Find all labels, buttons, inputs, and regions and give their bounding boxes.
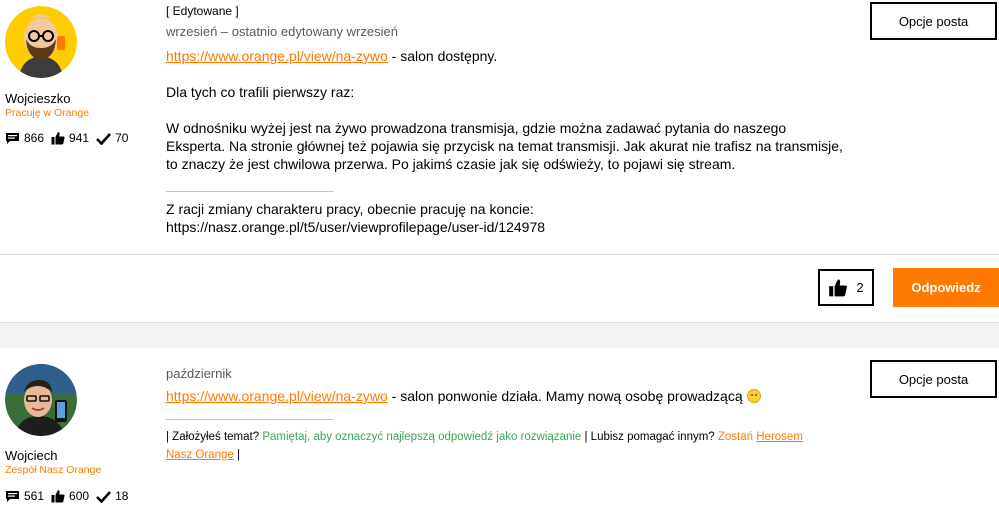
user-stats: 561 600 18 <box>5 489 135 503</box>
link-suffix: - salon ponwonie działa. Mamy nową osobę… <box>387 388 747 404</box>
solutions-stat: 70 <box>96 131 128 145</box>
like-count: 2 <box>856 280 864 295</box>
likes-count: 600 <box>69 489 90 503</box>
user-role: Pracuję w Orange <box>5 107 90 119</box>
message-icon <box>6 490 19 502</box>
posts-count: 866 <box>24 131 45 145</box>
username[interactable]: Wojcieszko <box>5 91 71 106</box>
smile-emoji-icon <box>746 389 761 403</box>
live-link[interactable]: https://www.orange.pl/view/na-zywo <box>166 48 388 64</box>
post-footer-divider <box>0 254 999 255</box>
live-link[interactable]: https://www.orange.pl/view/na-zywo <box>166 388 388 404</box>
post-separator <box>0 322 999 348</box>
post-2: Wojciech Zespół Nasz Orange 561 600 18 p… <box>0 348 999 507</box>
thumbs-up-icon <box>829 279 848 297</box>
sig-end: | <box>233 449 240 461</box>
posts-stat: 866 <box>5 131 44 145</box>
signature-line-2: https://nasz.orange.pl/t5/user/viewprofi… <box>166 219 546 235</box>
posts-count: 561 <box>24 489 45 503</box>
sig-help-question: | Lubisz pomagać innym? <box>581 431 718 443</box>
post-1: Wojcieszko Pracuję w Orange 866 941 70 [… <box>0 0 999 322</box>
like-button[interactable]: 2 <box>818 269 874 306</box>
likes-stat: 941 <box>51 131 89 145</box>
paragraph-intro: Dla tych co trafili pierwszy raz: <box>166 84 355 100</box>
solutions-stat: 18 <box>96 489 128 503</box>
checkmark-icon <box>96 490 112 503</box>
paragraph-details: W odnośniku wyżej jest na żywo prowadzon… <box>166 120 843 172</box>
signature-line-1: Z racji zmiany charakteru pracy, obecnie… <box>166 201 534 217</box>
post-body: https://www.orange.pl/view/na-zywo - sal… <box>166 387 846 464</box>
signature-divider <box>166 191 334 192</box>
sig-solution-hint: Pamiętaj, aby oznaczyć najlepszą odpowie… <box>262 431 582 443</box>
solutions-count: 70 <box>115 131 129 145</box>
post-options-button[interactable]: Opcje posta <box>870 2 997 40</box>
thumbs-up-icon <box>51 132 65 145</box>
user-role: Zespół Nasz Orange <box>5 464 102 476</box>
post-options-button[interactable]: Opcje posta <box>870 360 997 398</box>
sig-question: | Założyłeś temat? <box>166 431 263 443</box>
post-date: październik <box>166 366 232 381</box>
username[interactable]: Wojciech <box>5 448 58 463</box>
edited-label: [ Edytowane ] <box>166 4 239 18</box>
link-suffix: - salon dostępny. <box>387 48 498 64</box>
user-stats: 866 941 70 <box>5 131 135 145</box>
solutions-count: 18 <box>115 489 129 503</box>
avatar[interactable] <box>5 6 77 78</box>
reply-button[interactable]: Odpowiedz <box>893 268 999 307</box>
sig-become: Zostań <box>717 431 757 443</box>
likes-stat: 600 <box>51 489 89 503</box>
signature-divider <box>166 419 334 420</box>
post-date: wrzesień – ostatnio edytowany wrzesień <box>166 24 398 39</box>
message-icon <box>6 132 19 144</box>
thumbs-up-icon <box>51 490 65 503</box>
post-body: https://www.orange.pl/view/na-zywo - sal… <box>166 47 846 236</box>
signature-text: | Założyłeś temat? Pamiętaj, aby oznaczy… <box>166 428 826 464</box>
avatar[interactable] <box>5 364 77 436</box>
posts-stat: 561 <box>5 489 44 503</box>
checkmark-icon <box>96 132 112 145</box>
likes-count: 941 <box>69 131 90 145</box>
